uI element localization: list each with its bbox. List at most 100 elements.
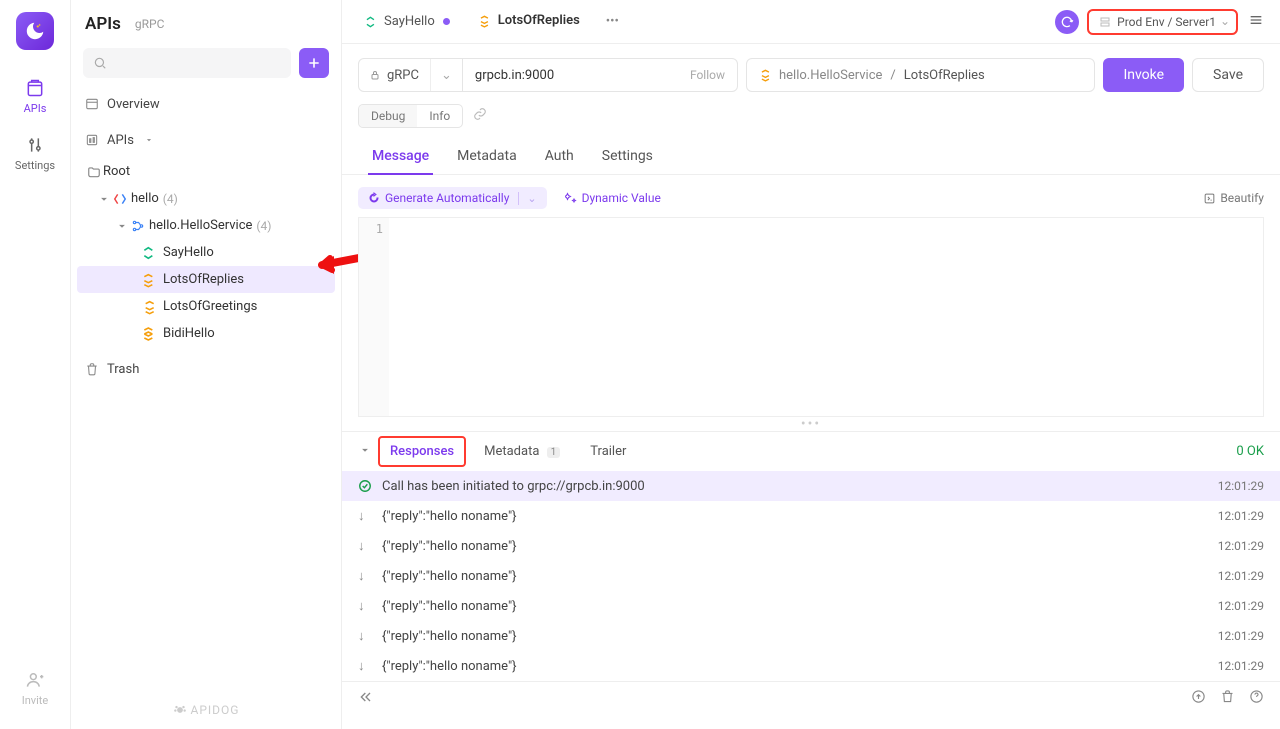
server-stream-icon: [759, 68, 773, 82]
more-menu-button[interactable]: [1246, 12, 1266, 32]
tree-hello-count: (4): [163, 192, 178, 206]
drag-handle[interactable]: •••: [342, 417, 1280, 431]
subtab-info[interactable]: Info: [417, 105, 462, 127]
bidi-stream-icon: [141, 326, 157, 342]
tab-lotsofreplies[interactable]: LotsOfReplies: [464, 0, 594, 44]
resp-body: {"reply":"hello noname"}: [382, 569, 517, 584]
tree-bidi-label: BidiHello: [163, 326, 215, 341]
mtab-settings[interactable]: Settings: [588, 138, 667, 174]
resp-row-init[interactable]: Call has been initiated to grpc://grpcb.…: [342, 471, 1280, 501]
save-button[interactable]: Save: [1192, 58, 1264, 92]
tab-overflow[interactable]: •••: [594, 14, 631, 29]
tree-service[interactable]: hello.HelloService (4): [77, 212, 335, 239]
sidebar-overview[interactable]: Overview: [71, 90, 341, 118]
env-label: Prod Env / Server1: [1117, 15, 1216, 29]
tree-hello-label: hello: [131, 191, 159, 206]
dynamic-value-button[interactable]: Dynamic Value: [555, 187, 671, 209]
generate-icon: [368, 192, 380, 204]
tree-root[interactable]: Root: [77, 158, 335, 185]
rail-apis[interactable]: APIs: [0, 68, 70, 125]
tree-service-label: hello.HelloService: [149, 218, 252, 233]
collapse-toggle[interactable]: [358, 443, 372, 461]
menu-icon: [1248, 12, 1264, 28]
resp-row[interactable]: ↓{"reply":"hello noname"}12:01:29: [342, 561, 1280, 591]
apidog-icon: [173, 703, 187, 717]
environment-selector[interactable]: Prod Env / Server1: [1087, 9, 1238, 35]
rail-settings[interactable]: Settings: [0, 125, 70, 182]
sidebar-apis-label: APIs: [107, 133, 134, 148]
help-icon[interactable]: [1249, 689, 1264, 708]
tab-sayhello-label: SayHello: [384, 14, 435, 29]
caret-down-icon: [144, 133, 154, 147]
generate-auto-button[interactable]: Generate Automatically ⌄: [358, 187, 547, 209]
tree-method-bidihello[interactable]: BidiHello: [77, 320, 335, 347]
tree-method-lotsofgreetings[interactable]: LotsOfGreetings: [77, 293, 335, 320]
arrow-down-icon: ↓: [358, 658, 374, 674]
tree-service-count: (4): [256, 219, 271, 233]
service-name: hello.HelloService: [779, 68, 882, 83]
upload-icon[interactable]: [1191, 689, 1206, 708]
protocol-dropdown[interactable]: ⌄: [430, 59, 462, 91]
dirty-dot-icon: [443, 18, 450, 25]
beautify-button[interactable]: Beautify: [1203, 191, 1264, 205]
resp-body: {"reply":"hello noname"}: [382, 539, 517, 554]
arrow-down-icon: ↓: [358, 598, 374, 614]
tree-method-lotsofreplies[interactable]: LotsOfReplies: [77, 266, 335, 293]
sidebar-overview-label: Overview: [107, 97, 160, 112]
arrow-down-icon: ↓: [358, 628, 374, 644]
resp-row[interactable]: ↓{"reply":"hello noname"}12:01:29: [342, 501, 1280, 531]
sync-icon[interactable]: [1055, 10, 1079, 34]
clear-icon[interactable]: [1220, 689, 1235, 708]
resp-body: {"reply":"hello noname"}: [382, 599, 517, 614]
sidebar-apis-section[interactable]: APIs: [71, 126, 341, 154]
magic-icon: [565, 192, 577, 204]
mtab-metadata[interactable]: Metadata: [443, 138, 531, 174]
add-button[interactable]: [299, 48, 329, 78]
metadata-count-badge: 1: [547, 447, 561, 458]
collapse-panel-button[interactable]: [358, 689, 374, 709]
check-icon: [358, 479, 374, 493]
sidebar-trash[interactable]: Trash: [71, 355, 341, 383]
tree-hello[interactable]: hello (4): [77, 185, 335, 212]
sidebar-subtitle: gRPC: [135, 17, 165, 31]
protocol-selector[interactable]: gRPC: [359, 68, 430, 83]
client-stream-icon: [141, 299, 157, 315]
chevron-down-icon[interactable]: ⌄: [518, 192, 536, 205]
url-input[interactable]: grpcb.in:9000 Follow: [462, 58, 738, 92]
rail-settings-label: Settings: [15, 159, 55, 172]
resp-tab-trailer[interactable]: Trailer: [578, 438, 638, 465]
resp-row[interactable]: ↓{"reply":"hello noname"}12:01:29: [342, 531, 1280, 561]
rail-invite-label: Invite: [22, 694, 49, 707]
service-method-selector[interactable]: hello.HelloService / LotsOfReplies: [746, 58, 1095, 92]
resp-row[interactable]: ↓{"reply":"hello noname"}12:01:29: [342, 591, 1280, 621]
invoke-button[interactable]: Invoke: [1103, 58, 1184, 92]
app-logo[interactable]: [16, 12, 54, 50]
subtab-debug[interactable]: Debug: [359, 105, 417, 127]
rail-apis-label: APIs: [24, 102, 47, 115]
sidebar-title: APIs: [85, 14, 121, 34]
server-stream-icon: [141, 272, 157, 288]
line-num-1: 1: [376, 222, 383, 236]
tab-sayhello[interactable]: SayHello: [350, 0, 464, 44]
lock-icon: [369, 69, 381, 81]
plus-icon: [306, 55, 322, 71]
search-input[interactable]: [83, 48, 291, 78]
resp-body: {"reply":"hello noname"}: [382, 629, 517, 644]
mtab-message[interactable]: Message: [358, 138, 443, 174]
tree-method-sayhello[interactable]: SayHello: [77, 239, 335, 266]
resp-row[interactable]: ↓{"reply":"hello noname"}12:01:29: [342, 621, 1280, 651]
follow-button[interactable]: Follow: [690, 68, 725, 82]
resp-tab-metadata[interactable]: Metadata 1: [472, 438, 572, 465]
apis-icon: [85, 133, 99, 147]
unary-icon: [141, 245, 157, 261]
trash-icon: [85, 362, 99, 376]
link-icon[interactable]: [473, 107, 487, 125]
arrow-down-icon: ↓: [358, 538, 374, 554]
mtab-auth[interactable]: Auth: [531, 138, 588, 174]
chevron-down-icon: [115, 219, 129, 233]
url-value: grpcb.in:9000: [475, 68, 554, 83]
resp-row[interactable]: ↓{"reply":"hello noname"}12:01:29: [342, 651, 1280, 681]
rail-invite[interactable]: Invite: [0, 660, 70, 717]
resp-tab-responses[interactable]: Responses: [378, 436, 466, 467]
message-editor[interactable]: 1: [358, 217, 1264, 417]
